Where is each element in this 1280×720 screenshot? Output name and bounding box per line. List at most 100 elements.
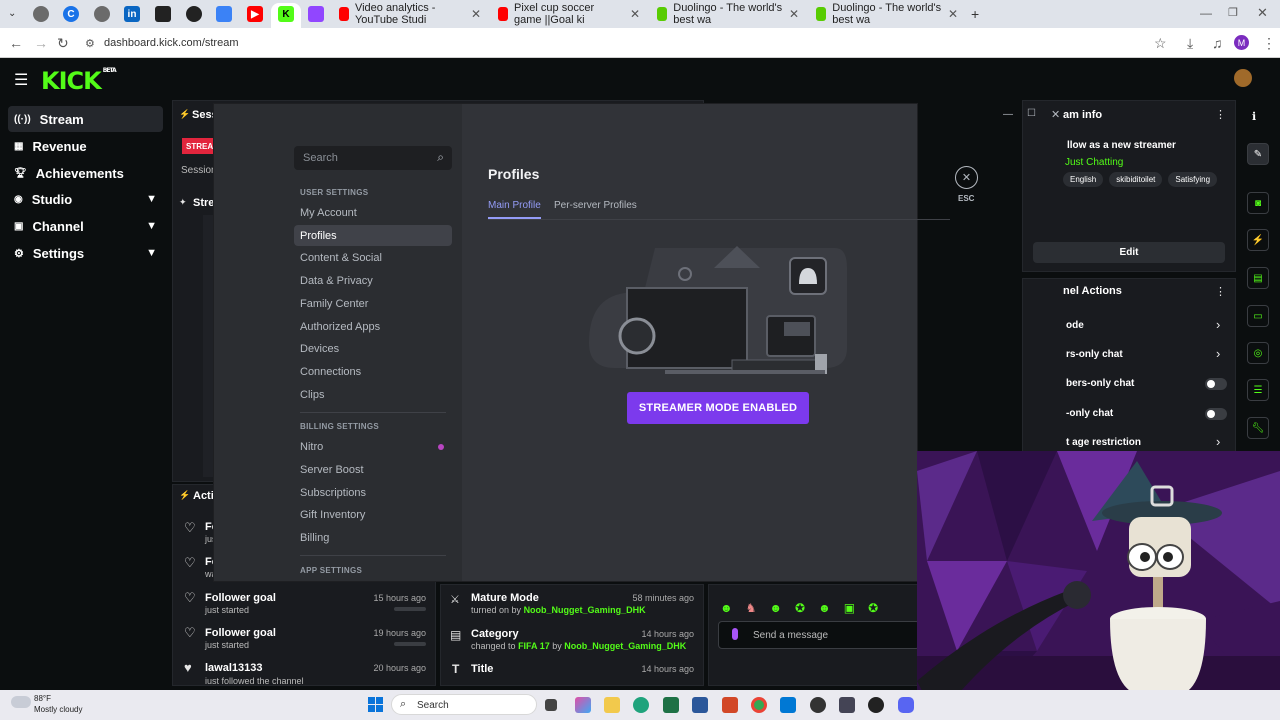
emote-icon[interactable]: ✪ — [795, 601, 805, 615]
user-avatar[interactable] — [1234, 69, 1252, 87]
emote-icon[interactable]: ☻ — [720, 601, 733, 615]
streamer-mode-button[interactable]: STREAMER MODE ENABLED — [627, 392, 809, 424]
settings-item-billing[interactable]: Billing — [294, 527, 452, 548]
chat-bubble-icon[interactable]: ▭ — [1247, 305, 1269, 327]
log-user[interactable]: Noob_Nugget_Gaming_DHK — [564, 641, 686, 651]
tab-list-chevron-icon[interactable]: ⌄ — [8, 8, 16, 19]
media-controls-icon[interactable]: ♫ — [1212, 35, 1223, 51]
tag-pill[interactable]: English — [1063, 172, 1104, 187]
pinned-tab-linkedin-icon[interactable]: in — [124, 6, 140, 22]
pinned-tab-twitch-icon[interactable] — [308, 6, 324, 22]
start-windows-icon[interactable] — [368, 697, 383, 712]
microphone-icon[interactable] — [732, 628, 738, 640]
powerpoint-icon[interactable] — [722, 697, 738, 713]
settings-item-authorized-apps[interactable]: Authorized Apps — [294, 316, 452, 337]
media-player-icon[interactable] — [868, 697, 884, 713]
edit-stream-info-button[interactable]: Edit — [1033, 242, 1225, 263]
download-icon[interactable]: ⤓ — [1187, 35, 1193, 52]
info-icon[interactable]: ℹ — [1252, 110, 1256, 123]
forward-icon[interactable]: → — [34, 35, 48, 51]
pinned-tab-7-icon[interactable] — [216, 6, 232, 22]
pinned-tab-kick-icon[interactable]: K — [278, 6, 294, 22]
settings-item-clips[interactable]: Clips — [294, 384, 452, 405]
wrench-icon[interactable]: 🔧︎ — [1247, 417, 1269, 439]
settings-item-subscriptions[interactable]: Subscriptions — [294, 482, 452, 503]
log-user[interactable]: Noob_Nugget_Gaming_DHK — [524, 605, 646, 615]
close-tab-icon[interactable]: ✕ — [630, 7, 648, 21]
word-icon[interactable] — [692, 697, 708, 713]
chevron-right-icon[interactable]: › — [1216, 317, 1220, 332]
close-tab-icon[interactable]: ✕ — [789, 7, 807, 21]
url-field[interactable]: dashboard.kick.com/stream — [104, 37, 239, 49]
chevron-right-icon[interactable]: › — [1216, 434, 1220, 449]
sidebar-item-studio[interactable]: ◉ Studio ▼ — [8, 186, 163, 212]
sidebar-item-channel[interactable]: ▣ Channel ▼ — [8, 213, 163, 239]
task-view-icon[interactable] — [545, 699, 557, 711]
window-restore-icon[interactable]: ❐ — [1228, 6, 1238, 19]
pinned-tab-3-icon[interactable] — [94, 6, 110, 22]
camera-icon[interactable]: ◙ — [1247, 192, 1269, 214]
followers-only-toggle[interactable] — [1205, 408, 1227, 420]
chevron-right-icon[interactable]: › — [1216, 346, 1220, 361]
stream-preview-thumbnail[interactable] — [203, 215, 214, 477]
window-minimize-icon[interactable]: — — [1200, 6, 1212, 20]
sidebar-item-stream[interactable]: ((·)) Stream — [8, 106, 163, 132]
emote-icon[interactable]: ▣ — [844, 601, 855, 615]
chat-input[interactable]: Send a message — [718, 621, 920, 649]
window-close-icon[interactable]: ✕ — [1051, 108, 1060, 121]
tab-main-profile[interactable]: Main Profile — [488, 200, 541, 219]
edit-pencil-icon[interactable]: ✎ — [1247, 143, 1269, 165]
taskbar-search[interactable]: ⌕ Search — [391, 694, 537, 715]
close-tab-icon[interactable]: ✕ — [471, 7, 489, 21]
settings-item-data-privacy[interactable]: Data & Privacy — [294, 270, 452, 291]
emote-icon[interactable]: ♞ — [746, 601, 757, 615]
window-close-icon[interactable]: ✕ — [1257, 5, 1268, 21]
sidebar-item-revenue[interactable]: ▦ Revenue — [8, 133, 163, 159]
broadcast-icon[interactable]: ◎ — [1247, 342, 1269, 364]
weather-temp[interactable]: 88°F — [34, 694, 51, 703]
stream-category[interactable]: Just Chatting — [1065, 157, 1123, 168]
sidebar-item-settings[interactable]: ⚙ Settings ▼ — [8, 240, 163, 266]
kick-logo[interactable]: KICK BETA — [41, 67, 117, 95]
hamburger-menu-icon[interactable]: ☰ — [14, 70, 28, 90]
tag-pill[interactable]: skibiditoilet — [1109, 172, 1163, 187]
window-minimize-icon[interactable]: — — [1003, 109, 1013, 120]
pinned-tab-github-icon[interactable] — [186, 6, 202, 22]
sidebar-item-achievements[interactable]: 🏆︎ Achievements — [8, 160, 163, 186]
settings-item-my-account[interactable]: My Account — [294, 202, 452, 223]
notes-icon[interactable]: ▤ — [1247, 267, 1269, 289]
lightning-icon[interactable]: ⚡ — [1247, 229, 1269, 251]
file-explorer-icon[interactable] — [604, 697, 620, 713]
more-options-icon[interactable]: ⋮ — [1215, 108, 1226, 121]
discord-icon[interactable] — [898, 697, 914, 713]
emote-icon[interactable]: ☻ — [769, 601, 782, 615]
pinned-tab-1-icon[interactable] — [33, 6, 49, 22]
emote-icon[interactable]: ☻ — [818, 601, 831, 615]
log-category[interactable]: FIFA 17 — [518, 641, 550, 651]
tag-pill[interactable]: Satisfying — [1168, 172, 1218, 187]
settings-item-family-center[interactable]: Family Center — [294, 293, 452, 314]
browser-menu-icon[interactable]: ⋮ — [1262, 35, 1276, 52]
browser-tab-duolingo-2[interactable]: Duolingo - The world's best wa ✕ — [810, 2, 966, 26]
settings-search-input[interactable]: Search ⌕ — [294, 146, 452, 170]
browser-tab-pixelcup[interactable]: Pixel cup soccer game ||Goal ki ✕ — [492, 2, 648, 26]
pinned-tab-youtube-icon[interactable]: ▶ — [247, 6, 263, 22]
weather-icon[interactable] — [11, 696, 31, 708]
settings-item-devices[interactable]: Devices — [294, 338, 452, 359]
layout-icon[interactable]: ☰ — [1247, 379, 1269, 401]
browser-tab-duolingo-1[interactable]: Duolingo - The world's best wa ✕ — [651, 2, 807, 26]
close-settings-button[interactable]: ✕ — [955, 166, 978, 189]
settings-item-profiles[interactable]: Profiles — [294, 225, 452, 246]
app-icon-1[interactable] — [810, 697, 826, 713]
copilot-icon[interactable] — [575, 697, 591, 713]
profile-avatar[interactable]: M — [1234, 35, 1249, 50]
settings-item-connections[interactable]: Connections — [294, 361, 452, 382]
excel-icon[interactable] — [663, 697, 679, 713]
emote-icon[interactable]: ✪ — [868, 601, 878, 615]
chrome-icon[interactable] — [751, 697, 767, 713]
settings-item-nitro[interactable]: Nitro — [294, 436, 452, 457]
back-icon[interactable]: ← — [9, 35, 23, 51]
reload-icon[interactable]: ↻ — [57, 35, 69, 52]
tab-per-server-profiles[interactable]: Per-server Profiles — [554, 200, 637, 211]
pinned-tab-5-icon[interactable] — [155, 6, 171, 22]
